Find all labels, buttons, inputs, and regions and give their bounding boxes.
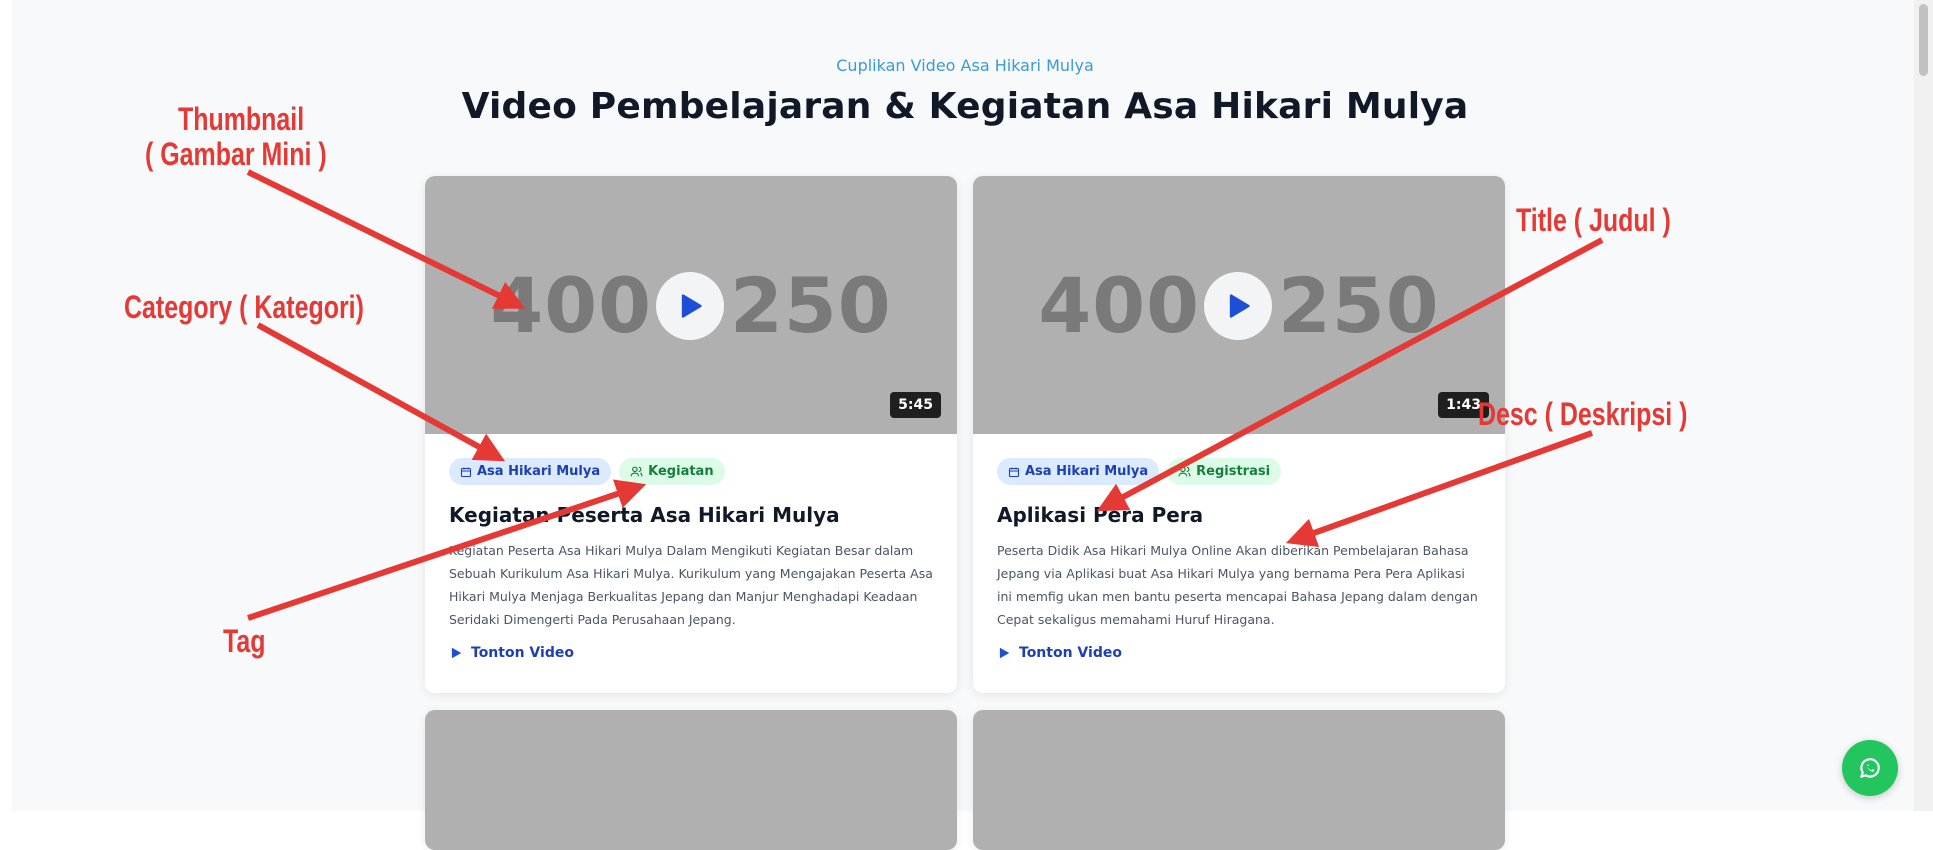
section-eyebrow: Cuplikan Video Asa Hikari Mulya xyxy=(836,56,1094,75)
thumbnail-height: 250 xyxy=(730,260,892,350)
watch-video-link[interactable]: Tonton Video xyxy=(997,645,1122,661)
annotation-thumbnail-sub: ( Gambar Mini ) xyxy=(145,136,327,172)
category-label: Asa Hikari Mulya xyxy=(1025,464,1149,479)
annotation-tag: Tag xyxy=(223,623,266,659)
video-thumbnail[interactable] xyxy=(425,710,957,850)
video-card[interactable]: 400 250 1:43 Asa Hikari Mulya Registrasi… xyxy=(973,176,1505,693)
watch-video-label: Tonton Video xyxy=(471,645,574,661)
annotation-category: Category ( Kategori) xyxy=(124,289,364,325)
play-icon xyxy=(999,647,1010,659)
users-icon xyxy=(1178,466,1191,477)
play-icon xyxy=(681,294,702,318)
video-description: Peserta Didik Asa Hikari Mulya Online Ak… xyxy=(997,543,1478,627)
video-thumbnail[interactable]: 400 250 1:43 xyxy=(973,176,1505,434)
video-thumbnail[interactable]: 400 250 5:45 xyxy=(425,176,957,434)
calendar-icon xyxy=(460,467,472,477)
users-icon xyxy=(630,466,643,477)
tag-label: Kegiatan xyxy=(648,464,714,479)
category-badge[interactable]: Asa Hikari Mulya xyxy=(449,458,612,485)
video-card[interactable] xyxy=(425,710,957,850)
category-badge[interactable]: Asa Hikari Mulya xyxy=(997,458,1160,485)
video-card[interactable] xyxy=(973,710,1505,850)
annotation-thumbnail: Thumbnail xyxy=(178,101,305,137)
play-button[interactable] xyxy=(656,272,724,340)
video-duration: 5:45 xyxy=(890,392,941,418)
video-title[interactable]: Kegiatan Peserta Asa Hikari Mulya xyxy=(449,503,933,527)
tag-badge[interactable]: Kegiatan xyxy=(619,458,725,485)
tag-label: Registrasi xyxy=(1196,464,1271,479)
video-description: Kegiatan Peserta Asa Hikari Mulya Dalam … xyxy=(449,543,933,627)
thumbnail-width: 400 xyxy=(490,260,652,350)
whatsapp-button[interactable] xyxy=(1842,740,1898,796)
whatsapp-icon xyxy=(1860,758,1880,778)
category-label: Asa Hikari Mulya xyxy=(477,464,601,479)
play-icon xyxy=(451,647,462,659)
tag-badge[interactable]: Registrasi xyxy=(1167,458,1282,485)
video-title[interactable]: Aplikasi Pera Pera xyxy=(997,503,1481,527)
calendar-icon xyxy=(1008,467,1020,477)
watch-video-label: Tonton Video xyxy=(1019,645,1122,661)
watch-video-link[interactable]: Tonton Video xyxy=(449,645,574,661)
thumbnail-height: 250 xyxy=(1278,260,1440,350)
annotation-title: Title ( Judul ) xyxy=(1516,202,1671,238)
thumbnail-width: 400 xyxy=(1038,260,1200,350)
video-thumbnail[interactable] xyxy=(973,710,1505,850)
play-button[interactable] xyxy=(1204,272,1272,340)
video-card[interactable]: 400 250 5:45 Asa Hikari Mulya Kegiatan K… xyxy=(425,176,957,693)
annotation-desc: Desc ( Deskripsi ) xyxy=(1478,396,1688,432)
play-icon xyxy=(1229,294,1250,318)
